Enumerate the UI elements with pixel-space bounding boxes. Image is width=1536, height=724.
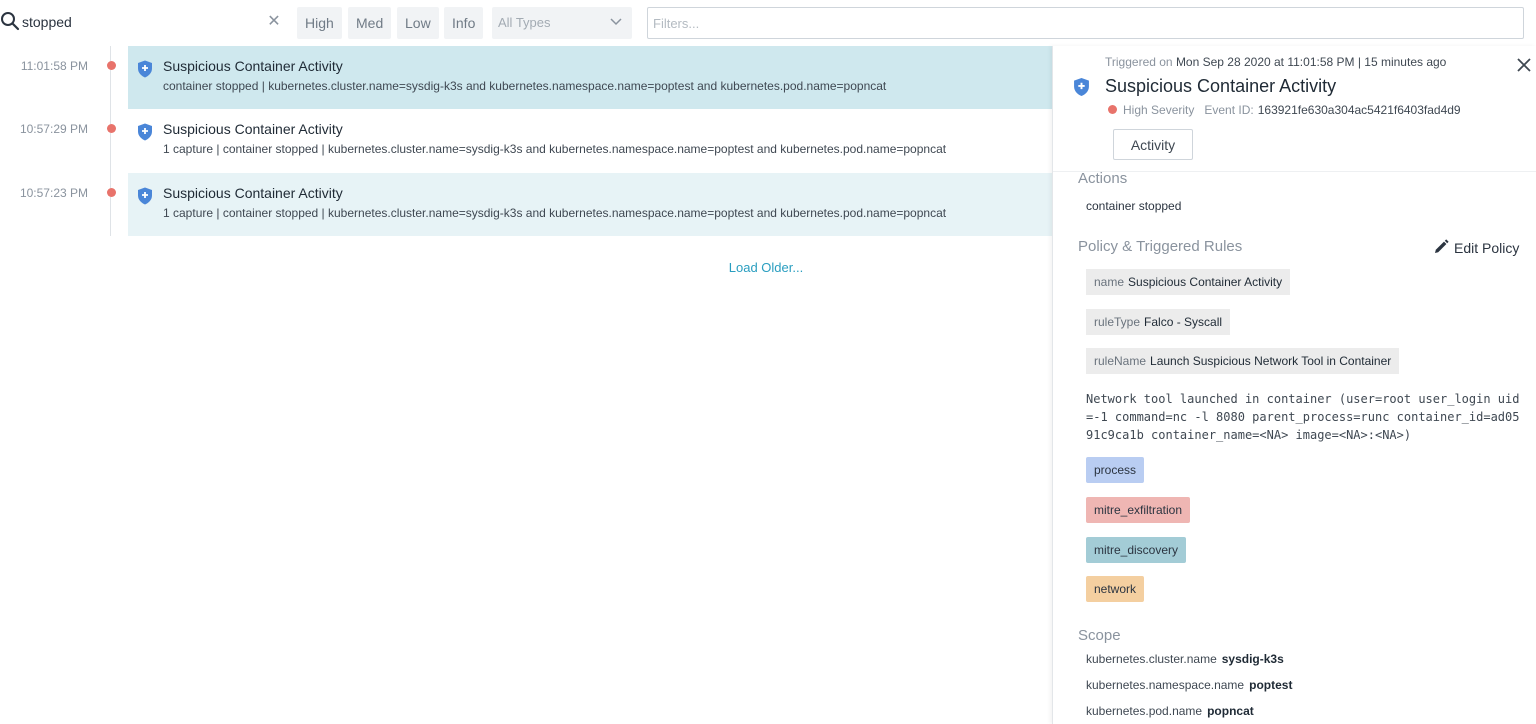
actions-value: container stopped <box>1086 199 1182 213</box>
event-time: 10:57:29 PM <box>19 122 88 136</box>
event-detail-panel: Triggered on Mon Sep 28 2020 at 11:01:58… <box>1052 46 1536 724</box>
event-id-value: 163921fe630a304ac5421f6403fad4d9 <box>1257 103 1461 117</box>
search-input[interactable] <box>22 8 272 36</box>
shield-icon <box>138 187 152 205</box>
event-card-selected[interactable]: Suspicious Container Activity container … <box>128 46 1052 109</box>
policy-heading: Policy & Triggered Rules <box>1078 238 1243 255</box>
type-select-value: All Types <box>498 15 551 30</box>
chip-value: Falco - Syscall <box>1144 315 1223 329</box>
filters-input[interactable] <box>647 7 1524 39</box>
shield-icon <box>138 123 152 141</box>
filter-med-button[interactable]: Med <box>348 7 392 39</box>
chip-key: ruleType <box>1094 315 1141 329</box>
event-row[interactable]: 10:57:23 PM Suspicious Container Activit… <box>0 173 1052 236</box>
tag-mitre-exfiltration[interactable]: mitre_exfiltration <box>1086 497 1191 523</box>
event-row[interactable]: 10:57:29 PM Suspicious Container Activit… <box>0 109 1052 172</box>
event-time: 10:57:23 PM <box>19 186 88 200</box>
event-title: Suspicious Container Activity <box>163 185 343 201</box>
scope-key: kubernetes.namespace.name <box>1086 678 1245 692</box>
close-icon[interactable] <box>1515 56 1533 74</box>
scope-key: kubernetes.cluster.name <box>1086 652 1217 666</box>
filter-info-button[interactable]: Info <box>444 7 484 39</box>
toolbar: ✕ High Med Low Info All Types <box>0 0 1536 46</box>
severity-dot <box>107 188 116 197</box>
activity-tab-button[interactable]: Activity <box>1113 129 1193 160</box>
rule-output: Network tool launched in container (user… <box>1086 392 1520 442</box>
event-row[interactable]: 11:01:58 PM Suspicious Container Activit… <box>0 46 1052 109</box>
severity-row: High Severity Event ID: 163921fe630a304ac5… <box>1108 103 1461 117</box>
event-card[interactable]: Suspicious Container Activity 1 capture … <box>128 173 1052 236</box>
rule-type-chip: ruleType Falco - Syscall <box>1086 309 1231 335</box>
chip-key: name <box>1094 275 1125 289</box>
type-select[interactable]: All Types <box>492 7 632 39</box>
event-description: 1 capture | container stopped | kubernet… <box>163 142 947 156</box>
rule-rulename-chip: ruleName Launch Suspicious Network Tool i… <box>1086 348 1400 374</box>
tag-process[interactable]: process <box>1086 457 1145 483</box>
clear-search-icon[interactable]: ✕ <box>264 11 284 33</box>
severity-dot <box>107 124 116 133</box>
edit-policy-link[interactable]: Edit Policy <box>1433 239 1519 256</box>
event-time: 11:01:58 PM <box>20 59 88 73</box>
search-icon <box>1 12 20 31</box>
scope-row: kubernetes.pod.name popncat <box>1086 704 1254 718</box>
scope-heading: Scope <box>1078 627 1121 644</box>
actions-heading: Actions <box>1078 170 1128 187</box>
scope-value: sysdig-k3s <box>1221 652 1284 666</box>
edit-policy-label: Edit Policy <box>1454 240 1520 256</box>
tag-mitre-discovery[interactable]: mitre_discovery <box>1086 537 1187 563</box>
chevron-down-icon <box>610 18 622 26</box>
tag-network[interactable]: network <box>1086 576 1145 602</box>
rule-name-chip: name Suspicious Container Activity <box>1086 269 1291 295</box>
event-title: Suspicious Container Activity <box>163 121 343 137</box>
triggered-info: Triggered on Mon Sep 28 2020 at 11:01:58… <box>1105 55 1446 69</box>
shield-icon <box>138 60 152 78</box>
scope-row: kubernetes.cluster.name sysdig-k3s <box>1086 652 1284 666</box>
load-older-link[interactable]: Load Older... <box>700 260 832 275</box>
event-description: container stopped | kubernetes.cluster.n… <box>163 79 887 93</box>
filter-high-button[interactable]: High <box>297 7 342 39</box>
pencil-icon <box>1435 239 1449 253</box>
detail-title: Suspicious Container Activity <box>1105 76 1337 96</box>
event-timeline: 11:01:58 PM Suspicious Container Activit… <box>0 46 1052 724</box>
chip-key: ruleName <box>1094 354 1147 368</box>
shield-icon <box>1074 77 1089 97</box>
scope-value: popncat <box>1207 704 1254 718</box>
filter-low-button[interactable]: Low <box>397 7 439 39</box>
severity-dot <box>107 61 116 70</box>
chip-value: Suspicious Container Activity <box>1128 275 1283 289</box>
event-description: 1 capture | container stopped | kubernet… <box>163 206 947 220</box>
scope-value: poptest <box>1249 678 1293 692</box>
event-card[interactable]: Suspicious Container Activity 1 capture … <box>128 109 1052 172</box>
event-title: Suspicious Container Activity <box>163 58 343 74</box>
event-id-label: Event ID: <box>1204 103 1254 117</box>
triggered-label: Triggered on <box>1105 55 1173 69</box>
chip-value: Launch Suspicious Network Tool in Contai… <box>1150 354 1392 368</box>
severity-dot <box>1108 105 1117 114</box>
triggered-value: Mon Sep 28 2020 at 11:01:58 PM | 15 minu… <box>1175 55 1447 69</box>
scope-key: kubernetes.pod.name <box>1086 704 1203 718</box>
severity-label: High Severity <box>1123 103 1195 117</box>
scope-row: kubernetes.namespace.name poptest <box>1086 678 1292 692</box>
